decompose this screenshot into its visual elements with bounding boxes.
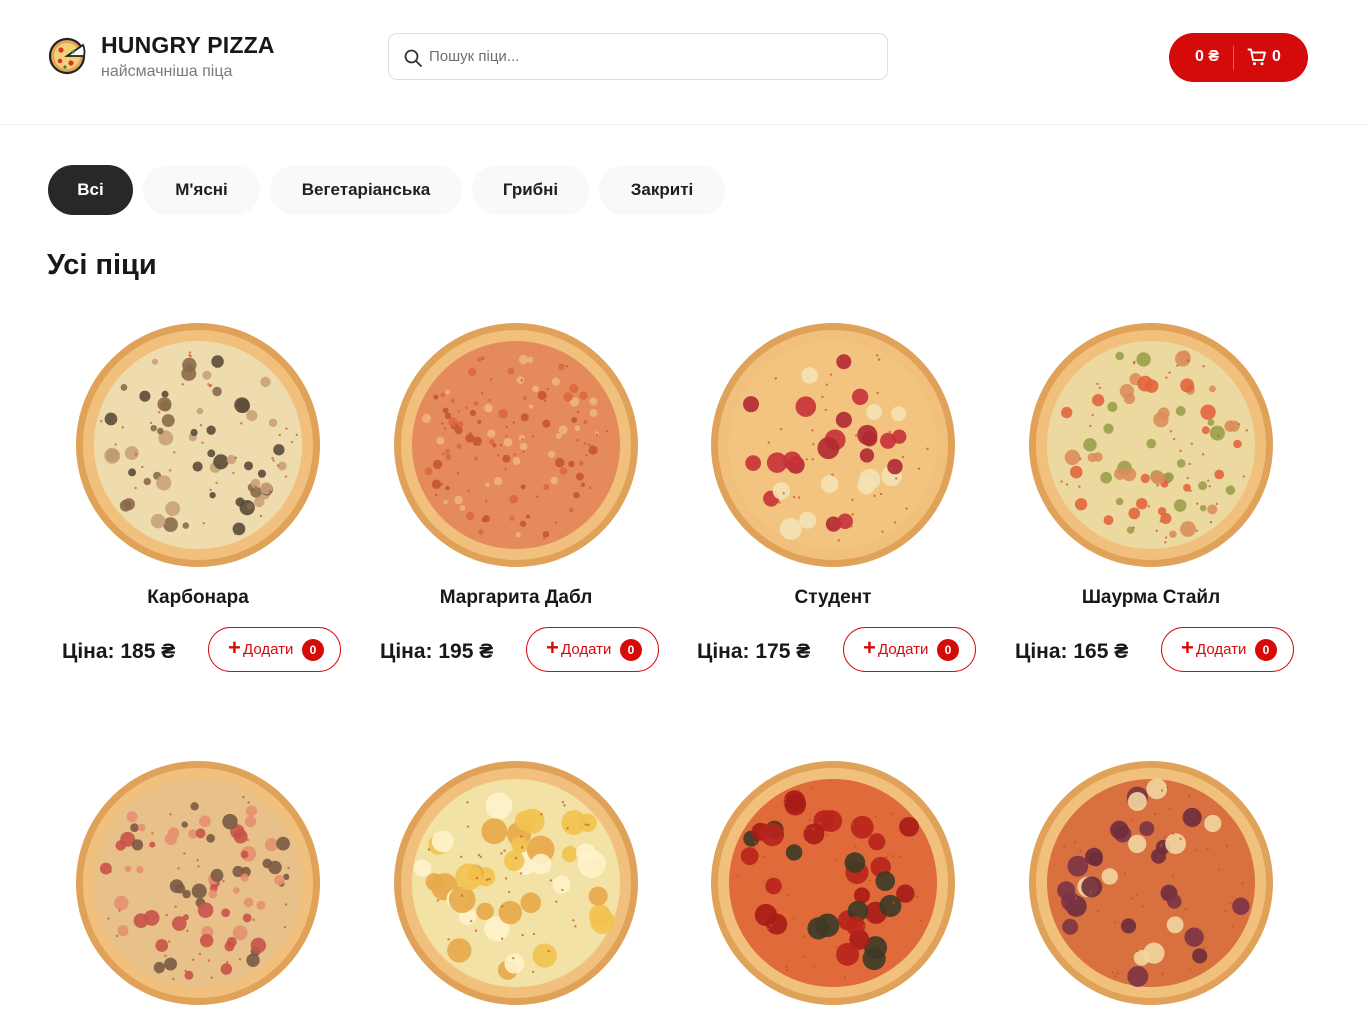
- category-mushroom[interactable]: Грибні: [472, 165, 589, 215]
- add-label: Додати: [561, 641, 612, 658]
- pizza-price: Ціна: 185 ₴: [62, 640, 176, 663]
- plus-icon: +: [546, 635, 559, 660]
- cart-count: 0: [1272, 48, 1281, 65]
- add-to-cart-button[interactable]: + Додати 0: [526, 627, 659, 672]
- pizza-image[interactable]: [1026, 758, 1276, 1008]
- category-meat[interactable]: М'ясні: [143, 165, 260, 215]
- pizza-image[interactable]: [73, 320, 323, 570]
- search-input[interactable]: [429, 34, 869, 79]
- pizza-image[interactable]: [708, 758, 958, 1008]
- pizza-name: Карбонара: [147, 587, 249, 608]
- add-label: Додати: [878, 641, 929, 658]
- search-box[interactable]: [388, 33, 888, 80]
- pizza-price: Ціна: 165 ₴: [1015, 640, 1129, 663]
- pizza-image[interactable]: [708, 320, 958, 570]
- search-icon: [404, 49, 422, 67]
- brand-title: HUNGRY PIZZA: [101, 32, 275, 58]
- pizza-image[interactable]: [1026, 320, 1276, 570]
- category-all[interactable]: Всі: [48, 165, 133, 215]
- pizza-image[interactable]: [391, 320, 641, 570]
- cart-divider: [1233, 46, 1234, 70]
- cart-icon: [1247, 48, 1266, 66]
- add-count-badge: 0: [1255, 639, 1277, 661]
- pizza-image[interactable]: [391, 758, 641, 1008]
- pizza-price: Ціна: 175 ₴: [697, 640, 811, 663]
- section-title: Усі піци: [47, 249, 157, 281]
- add-count-badge: 0: [302, 639, 324, 661]
- category-closed[interactable]: Закриті: [599, 165, 725, 215]
- pizza-logo-icon[interactable]: [47, 36, 87, 76]
- cart-total: 0 ₴: [1195, 48, 1220, 65]
- add-to-cart-button[interactable]: + Додати 0: [1161, 627, 1294, 672]
- add-to-cart-button[interactable]: + Додати 0: [208, 627, 341, 672]
- plus-icon: +: [863, 635, 876, 660]
- pizza-name: Студент: [794, 587, 872, 608]
- add-to-cart-button[interactable]: + Додати 0: [843, 627, 976, 672]
- pizza-name: Маргарита Дабл: [439, 587, 593, 608]
- brand-subtitle: найсмачніша піца: [101, 63, 233, 80]
- site-header: HUNGRY PIZZA найсмачніша піца 0 ₴ 0: [0, 0, 1367, 125]
- cart-button[interactable]: 0 ₴ 0: [1169, 33, 1308, 82]
- add-label: Додати: [1196, 641, 1247, 658]
- pizza-price: Ціна: 195 ₴: [380, 640, 494, 663]
- category-vegetarian[interactable]: Вегетаріанська: [270, 165, 462, 215]
- add-count-badge: 0: [620, 639, 642, 661]
- plus-icon: +: [1181, 635, 1194, 660]
- plus-icon: +: [228, 635, 241, 660]
- add-label: Додати: [243, 641, 294, 658]
- pizza-name: Шаурма Стайл: [1081, 587, 1221, 608]
- add-count-badge: 0: [937, 639, 959, 661]
- pizza-image[interactable]: [73, 758, 323, 1008]
